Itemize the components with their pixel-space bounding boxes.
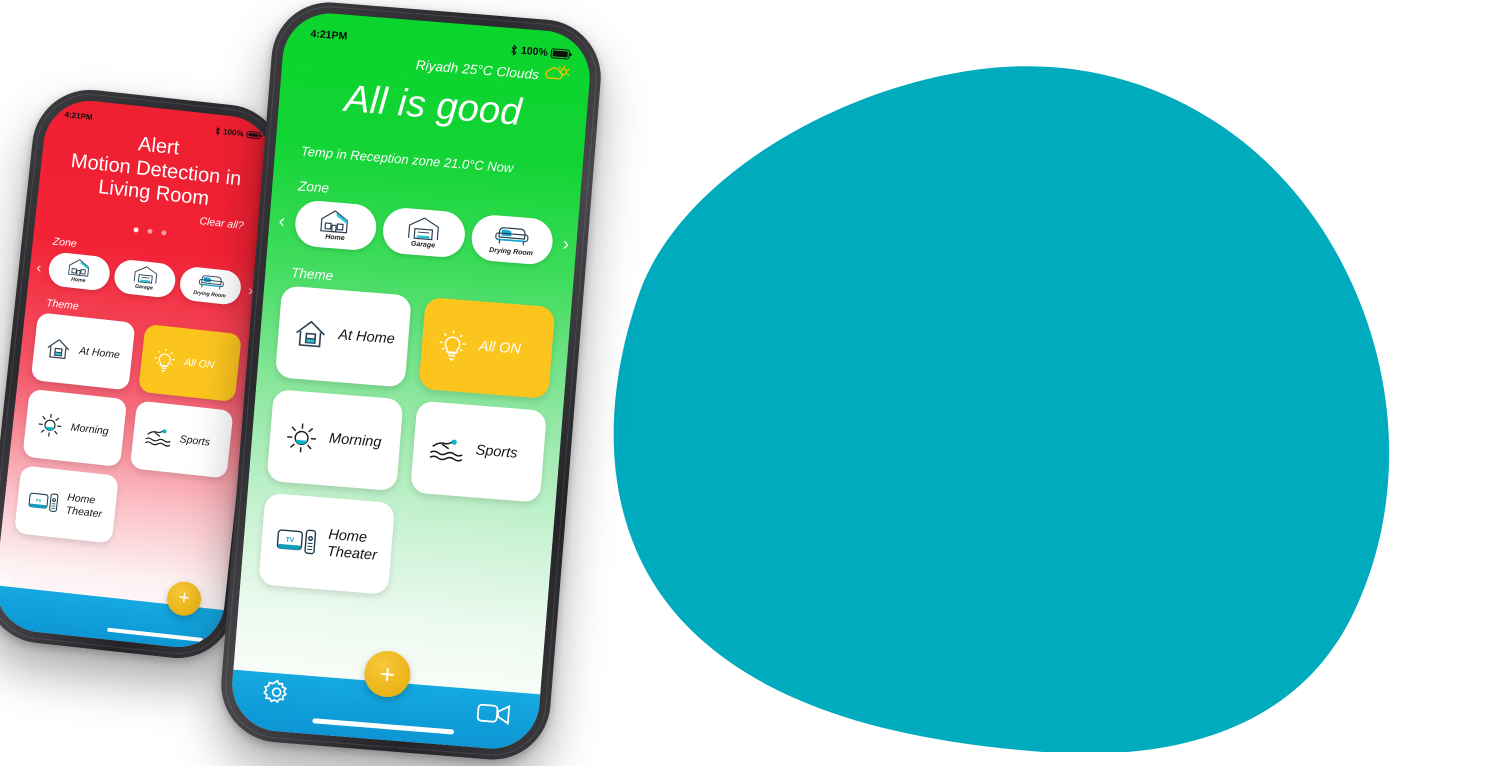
zone-item-drying-room[interactable]: Drying Room	[469, 213, 555, 266]
theme-label: Home Theater	[326, 526, 378, 564]
lightbulb-icon	[436, 327, 470, 363]
theme-label: Morning	[328, 431, 382, 452]
bluetooth-icon	[511, 44, 517, 56]
theme-label: Sports	[474, 442, 519, 463]
garage-icon	[408, 217, 440, 241]
front-bottom-bar: +	[228, 649, 542, 753]
house-icon	[67, 259, 89, 277]
theme-card-at-home[interactable]: At Home	[274, 285, 412, 388]
teal-blob	[613, 62, 1393, 752]
temperature-status: Temp in Reception zone 21.0°C Now	[300, 143, 514, 176]
back-theme-card-at-home[interactable]: At Home	[30, 312, 136, 391]
back-theme-card-morning[interactable]: Morning	[22, 388, 127, 467]
theme-card-morning[interactable]: Morning	[266, 389, 404, 492]
theme-card-all-on[interactable]: All ON	[418, 296, 556, 400]
zone-label: Garage	[134, 283, 154, 292]
lightbulb-icon	[151, 346, 178, 374]
theme-label: All ON	[478, 338, 522, 359]
chevron-left-icon[interactable]: ‹	[33, 259, 44, 275]
sofa-icon	[495, 227, 529, 246]
back-battery-text: 100%	[222, 127, 245, 139]
zone-label: Home	[324, 233, 345, 243]
back-status-time: 4:21PM	[64, 110, 93, 122]
back-theme-grid: At Home All ON Morning Sports TV Home Th…	[1, 311, 254, 557]
sun-icon	[284, 420, 320, 456]
swimmer-icon	[143, 424, 173, 449]
front-phone-screen: 4:21PM 100% Riyadh 25°C Clouds All is go…	[228, 9, 594, 753]
theme-label: At Home	[78, 344, 121, 361]
scene: 4:21PM 100% Alert Motion Detection in Li…	[0, 0, 1503, 766]
theme-label: Morning	[70, 421, 110, 438]
home-outline-icon	[44, 335, 72, 362]
theme-label: Sports	[179, 432, 211, 449]
page-dot[interactable]	[160, 229, 167, 236]
zone-item-garage[interactable]: Garage	[381, 206, 467, 259]
battery-full-icon	[246, 130, 261, 140]
back-zone-item-drying-room[interactable]: Drying Room	[178, 265, 243, 306]
theme-card-home-theater[interactable]: TV Home Theater	[258, 492, 396, 595]
weather-text: Riyadh 25°C Clouds	[415, 57, 540, 83]
bluetooth-icon	[215, 126, 220, 136]
theme-card-sports[interactable]: Sports	[410, 400, 548, 503]
gear-icon[interactable]	[262, 678, 290, 711]
theme-grid: At Home All ON Morning Sports TV Home Th…	[240, 284, 571, 608]
svg-text:TV: TV	[35, 498, 41, 504]
sun-icon	[36, 411, 65, 440]
sun-cloud-icon	[543, 63, 571, 90]
zone-item-home[interactable]: Home	[293, 199, 379, 252]
page-dot[interactable]	[146, 228, 153, 234]
theme-label: Home Theater	[65, 491, 103, 521]
back-theme-card-sports[interactable]: Sports	[129, 400, 234, 479]
front-battery-text: 100%	[520, 44, 549, 59]
front-status-time: 4:21PM	[310, 27, 348, 43]
back-theme-card-home-theater[interactable]: TV Home Theater	[14, 465, 119, 544]
garage-icon	[133, 266, 157, 284]
zone-label: Garage	[410, 240, 436, 250]
battery-full-icon	[550, 48, 571, 60]
back-zone-item-garage[interactable]: Garage	[112, 258, 178, 299]
theme-label: At Home	[337, 327, 396, 348]
svg-text:TV: TV	[285, 536, 295, 544]
swimmer-icon	[428, 434, 466, 464]
video-camera-icon[interactable]	[475, 700, 511, 732]
chevron-left-icon[interactable]: ‹	[275, 210, 289, 231]
zone-label: Home	[70, 276, 86, 285]
back-zone-item-home[interactable]: Home	[47, 251, 112, 292]
house-icon	[320, 210, 349, 234]
page-dot[interactable]	[132, 226, 139, 233]
theme-label: All ON	[183, 355, 215, 372]
tv-remote-icon: TV	[28, 489, 60, 514]
back-theme-card-all-on[interactable]: All ON	[137, 323, 242, 402]
sofa-icon	[198, 275, 224, 290]
back-bottom-bar: +	[0, 571, 226, 652]
tv-remote-icon: TV	[276, 526, 318, 557]
chevron-right-icon[interactable]: ›	[559, 233, 573, 254]
phone-home-screen: 4:21PM 100% Riyadh 25°C Clouds All is go…	[216, 0, 606, 765]
home-outline-icon	[292, 316, 328, 351]
